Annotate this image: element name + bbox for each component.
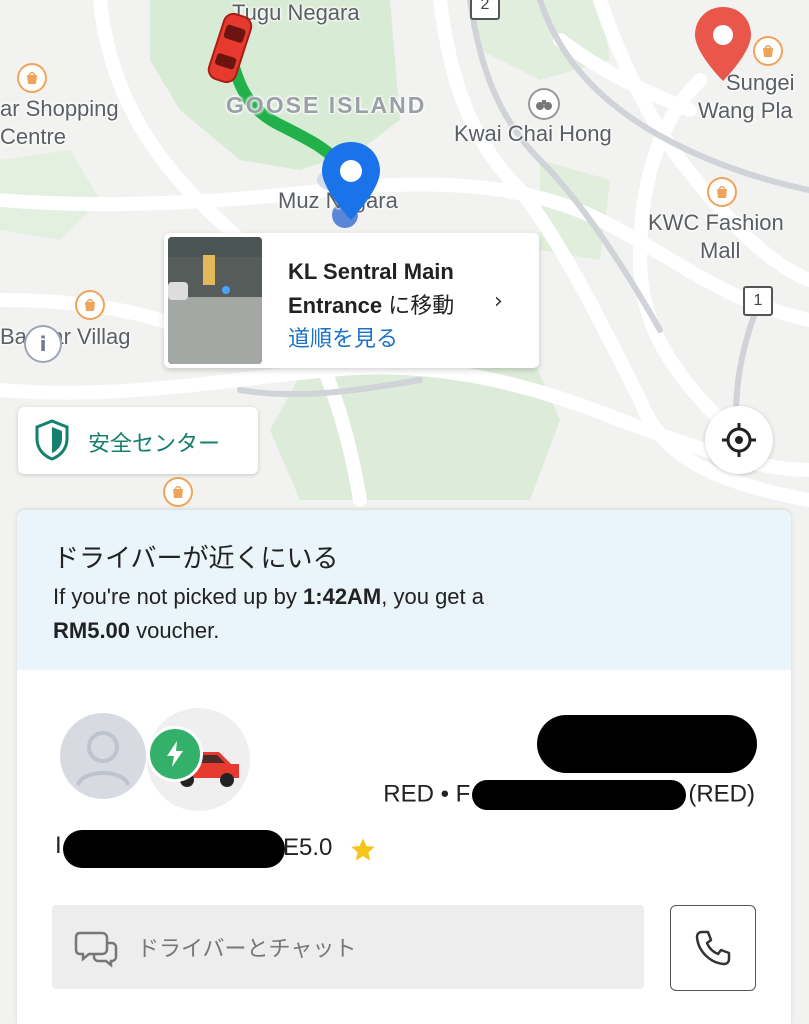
map-label-kwc-mall: Mall <box>700 238 741 263</box>
safety-center-label: 安全センター <box>88 432 221 457</box>
shopping-bag-icon[interactable] <box>163 477 193 507</box>
chat-placeholder: ドライバーとチャット <box>137 937 357 962</box>
road-number-2: 2 <box>470 0 500 20</box>
redacted-driver-id <box>63 830 285 868</box>
call-driver-button[interactable] <box>670 905 756 991</box>
shopping-bag-icon[interactable] <box>707 177 737 207</box>
road-number-1: 1 <box>743 286 773 316</box>
redacted-plate <box>472 780 687 810</box>
handle-suffix: E <box>283 834 300 861</box>
vehicle-color-suffix: (RED) <box>688 780 755 808</box>
vehicle-info: RED • F (RED) <box>383 780 755 810</box>
chat-bubble-icon <box>74 925 118 973</box>
map-label-bangsar-village: Ba g ar Villag <box>0 324 131 349</box>
map-label-sungei-wang-2: Wang Pla <box>698 98 793 123</box>
locate-crosshair-icon <box>722 423 756 457</box>
pickup-deadline: 1:42AM <box>303 584 382 609</box>
place-move-suffix: に移動 <box>388 293 455 318</box>
map-label-goose-island: GOOSE ISLAND <box>226 92 427 118</box>
banner-text: If you're not picked up by 1:42AM, you g… <box>53 580 753 648</box>
vehicle-color-prefix: RED • F <box>383 780 471 808</box>
shopping-bag-icon[interactable] <box>75 290 105 320</box>
shopping-bag-icon[interactable] <box>753 36 783 66</box>
banner-text-part: If you're not picked up by <box>53 584 304 609</box>
map-label-shopping-centre: ar Shopping <box>0 96 119 121</box>
place-title: KL Sentral Main Entrance に移動 <box>288 255 454 323</box>
pickup-pin-icon <box>320 140 382 226</box>
redacted-driver-handle: I <box>55 832 62 860</box>
driver-avatar[interactable] <box>60 713 146 799</box>
shopping-bag-icon[interactable] <box>17 63 47 93</box>
info-poi-icon[interactable]: i <box>24 325 62 363</box>
binoculars-icon[interactable] <box>528 88 560 120</box>
shield-icon <box>34 419 70 465</box>
redacted-driver-name <box>537 715 757 773</box>
ride-status-sheet: ドライバーが近くにいる If you're not picked up by 1… <box>17 510 791 1024</box>
my-location-button[interactable] <box>705 406 773 474</box>
phone-icon <box>695 930 731 966</box>
directions-link[interactable]: 道順を見る <box>288 321 398 353</box>
banner-text-part: , you get a <box>381 584 485 609</box>
driver-car-icon <box>206 10 254 90</box>
place-photo <box>168 237 262 364</box>
driver-nearby-banner: ドライバーが近くにいる If you're not picked up by 1… <box>17 510 791 670</box>
chat-with-driver-input[interactable]: ドライバーとチャット <box>52 905 644 989</box>
place-name-line1: KL Sentral Main <box>288 259 454 284</box>
star-icon <box>349 836 377 868</box>
place-name-line2: Entrance <box>288 293 383 318</box>
bolt-icon <box>147 726 203 782</box>
voucher-amount: RM5.00 <box>53 618 131 643</box>
safety-center-button[interactable]: 安全センター <box>18 407 258 474</box>
handle-prefix: I <box>55 832 62 859</box>
banner-title: ドライバーが近くにいる <box>53 544 339 574</box>
banner-text-part: voucher. <box>130 618 220 643</box>
driver-rating: 5.0 <box>299 834 333 861</box>
map-label-kwc-fashion-mall: KWC Fashion <box>648 210 784 235</box>
map-label-kwai-chai-hong: Kwai Chai Hong <box>454 121 612 146</box>
pickup-place-card[interactable]: KL Sentral Main Entrance に移動 › 道順を見る <box>164 233 539 368</box>
destination-pin-icon <box>693 5 753 89</box>
chevron-right-icon[interactable]: › <box>494 289 503 314</box>
map-label-shopping-centre-2: Centre <box>0 124 67 149</box>
